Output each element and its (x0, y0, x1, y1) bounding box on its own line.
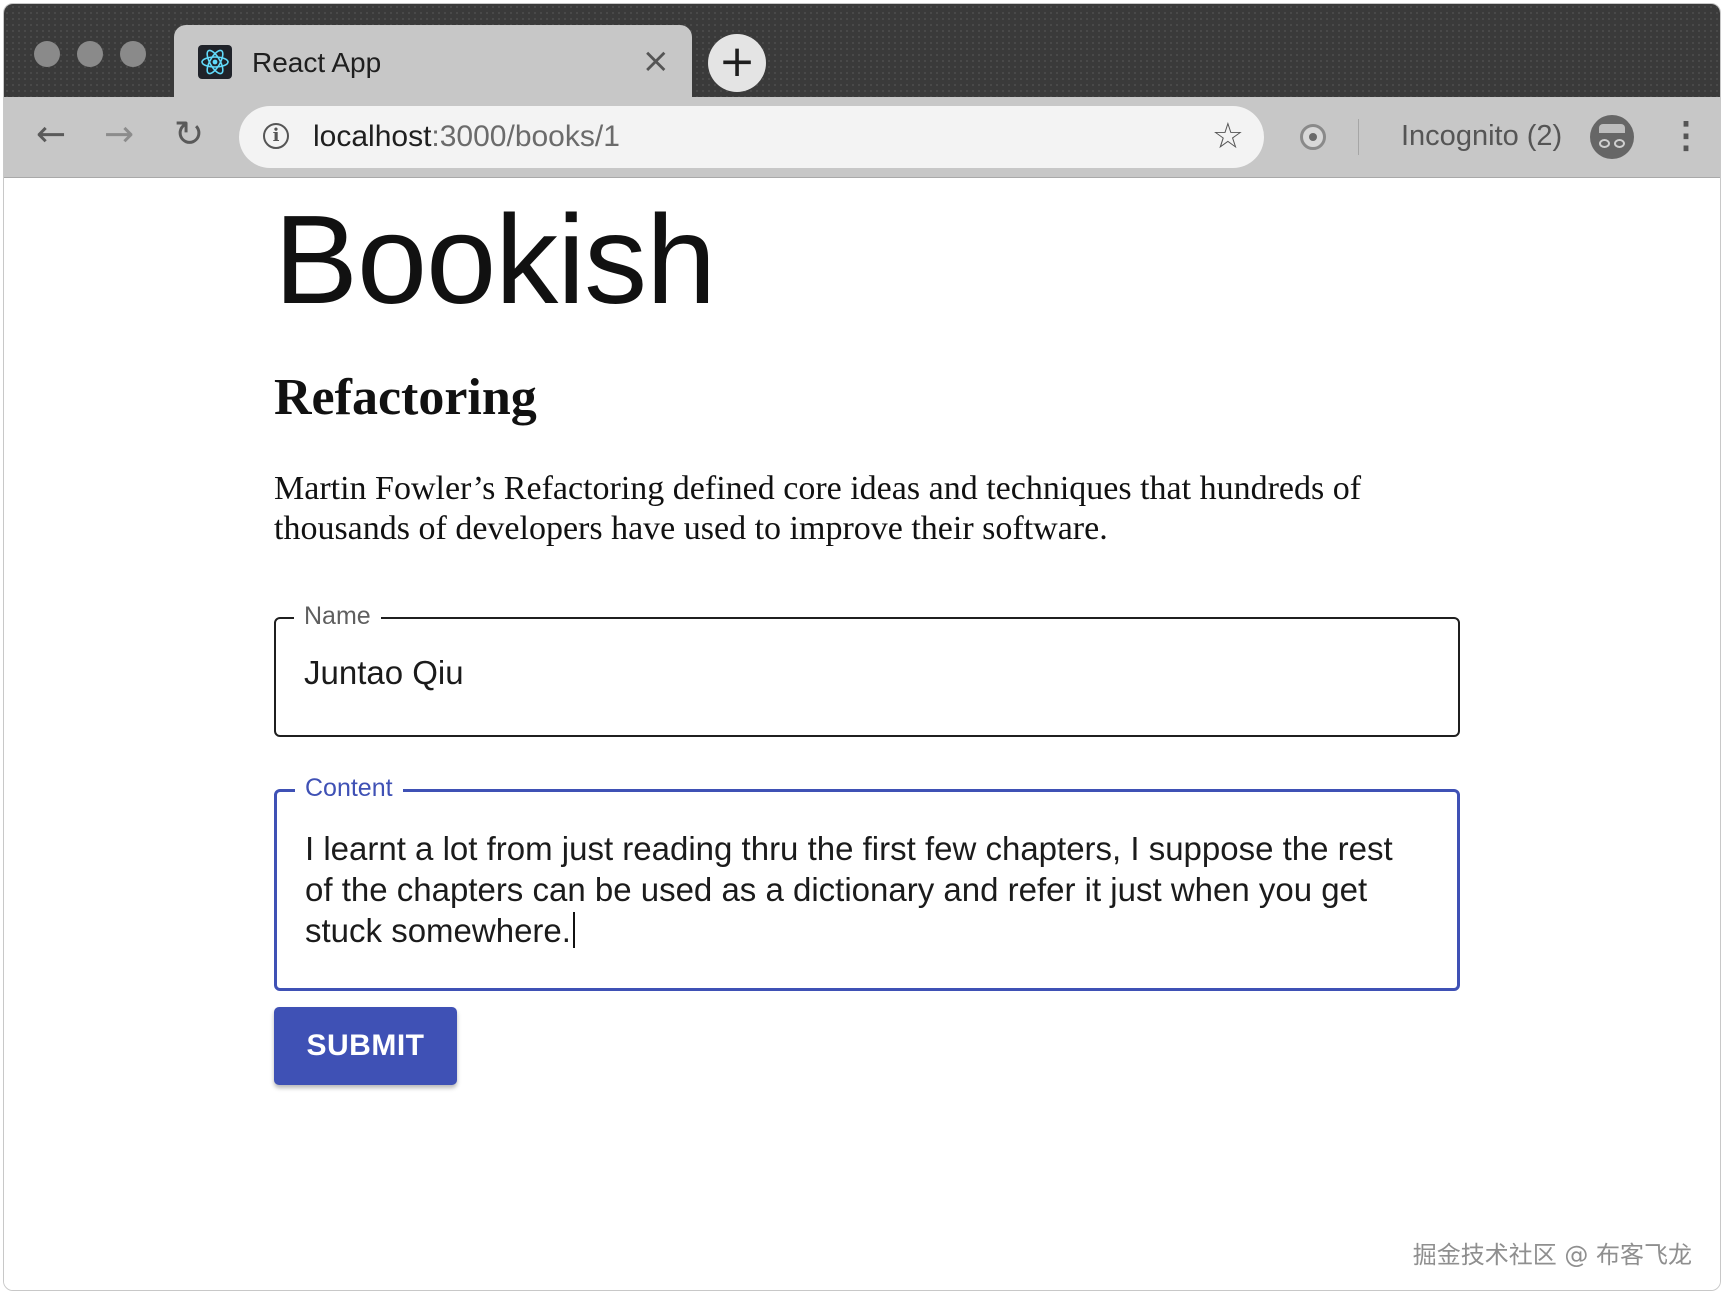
back-arrow-icon[interactable]: ← (36, 115, 66, 155)
book-title: Refactoring (274, 369, 537, 426)
window-minimize-dot[interactable] (77, 41, 103, 67)
tab-strip: React App × + (4, 4, 1720, 97)
toolbar-divider (1358, 119, 1359, 155)
content-field[interactable]: Content I learnt a lot from just reading… (274, 773, 1460, 991)
browser-toolbar: ← → ↻ i localhost:3000/books/1 ☆ Incogni… (4, 97, 1720, 178)
url-path: :3000/books/1 (431, 120, 620, 153)
text-caret (572, 912, 575, 948)
close-icon[interactable]: × (642, 41, 671, 81)
tab-title: React App (252, 47, 382, 78)
extension-icon[interactable] (1300, 124, 1326, 150)
app-title: Bookish (274, 189, 716, 330)
incognito-label[interactable]: Incognito (2) (1401, 117, 1562, 155)
name-field-label: Name (294, 601, 381, 631)
more-menu-icon[interactable]: ⋮ (1668, 113, 1704, 157)
content-textarea[interactable]: I learnt a lot from just reading thru th… (305, 828, 1423, 951)
bookmark-star-icon[interactable]: ☆ (1212, 115, 1244, 159)
forward-arrow-icon[interactable]: → (104, 115, 134, 155)
url-host: localhost (313, 120, 432, 153)
book-description: Martin Fowler’s Refactoring defined core… (274, 470, 1362, 547)
new-tab-button[interactable]: + (708, 34, 766, 92)
window-close-dot[interactable] (34, 41, 60, 67)
incognito-icon[interactable] (1590, 115, 1634, 159)
react-logo-icon (198, 45, 232, 79)
browser-window: React App × + ← → ↻ i localhost:3000/boo… (3, 3, 1721, 1291)
page-content: Bookish Refactoring Martin Fowler’s Refa… (4, 178, 1720, 1290)
name-input[interactable]: Juntao Qiu (304, 653, 464, 693)
site-info-icon[interactable]: i (263, 123, 289, 149)
address-bar[interactable]: i localhost:3000/books/1 ☆ (239, 106, 1264, 168)
browser-tab[interactable]: React App × (174, 25, 692, 97)
content-field-label: Content (295, 773, 403, 803)
reload-icon[interactable]: ↻ (174, 115, 204, 155)
name-field[interactable]: Name Juntao Qiu (274, 601, 1460, 737)
watermark: 掘金技术社区 @ 布客飞龙 (1412, 1241, 1692, 1269)
url-text[interactable]: localhost:3000/books/1 (313, 118, 620, 156)
submit-button[interactable]: SUBMIT (274, 1007, 457, 1085)
window-zoom-dot[interactable] (120, 41, 146, 67)
content-text: I learnt a lot from just reading thru th… (305, 830, 1393, 949)
